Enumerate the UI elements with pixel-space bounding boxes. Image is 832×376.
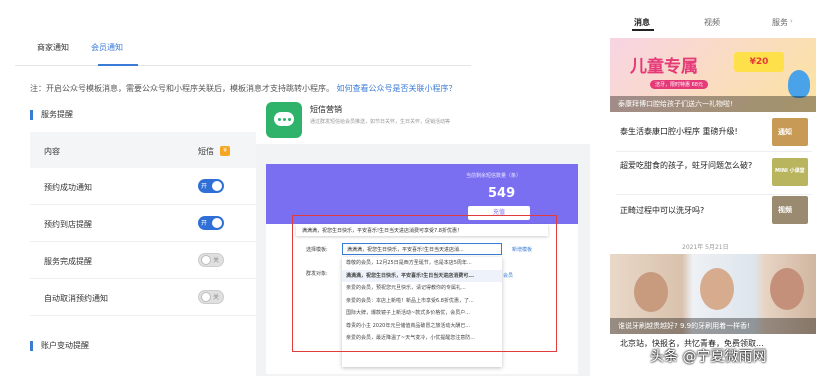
sms-chat-icon <box>266 102 302 138</box>
remain-label: 当前剩余短信数量（条） <box>466 173 522 179</box>
news-title[interactable]: 泰生活泰康口腔小程序 重磅升级! <box>620 126 766 138</box>
info-icon: ¥ <box>220 146 230 156</box>
table-row: 预约到店提醒 开 <box>30 205 258 242</box>
mobile-feed: 消息 视频 服务 › 儿童专属 ¥20 洁牙，限时特惠 68元 泰康拜博口腔给孩… <box>604 10 822 370</box>
price-coupon: ¥20 <box>734 52 784 72</box>
banner-title: 儿童专属 <box>630 57 698 77</box>
toggle-switch[interactable]: 开 <box>198 179 224 193</box>
news-thumbnail: 通知 <box>772 118 808 146</box>
section-title-service: 服务提醒 <box>30 110 73 120</box>
row-label: 自动取消预约通知 <box>44 294 108 303</box>
promo-tag: 洁牙，限时特惠 68元 <box>650 80 708 89</box>
child-photo <box>634 272 668 312</box>
notification-tabs: 商家通知 会员通知 <box>15 30 471 66</box>
toggle-switch[interactable]: 关 <box>198 253 224 267</box>
remain-value: 549 <box>488 186 516 201</box>
watermark: 头条 @宁夏微雨网 <box>650 349 767 365</box>
table-header: 内容 短信 ¥ <box>30 132 258 168</box>
man-photo <box>770 268 804 310</box>
row-label: 服务完成提醒 <box>44 257 92 266</box>
woman-photo <box>700 268 734 310</box>
row-label: 预约成功通知 <box>44 183 92 192</box>
news-thumbnail: 视频 <box>772 196 808 224</box>
tab-video[interactable]: 视频 <box>704 17 720 28</box>
col-content: 内容 <box>44 147 60 156</box>
table-row: 服务完成提醒 关 <box>30 242 258 279</box>
table-row: 预约成功通知 开 <box>30 168 258 205</box>
photo-caption: 谁说牙刷越贵越好? 9.9的牙刷用着一样香! <box>610 318 816 334</box>
chevron-right-icon: › <box>790 17 793 25</box>
row-label: 预约到店提醒 <box>44 220 92 229</box>
news-thumbnail: MINI 小课堂 <box>772 158 808 186</box>
toggle-switch[interactable]: 开 <box>198 216 224 230</box>
active-tab-indicator <box>98 64 138 66</box>
card-desc: 通过群发短信给会员推送，如节日关怀，生日关怀，促销活动等 <box>310 119 451 125</box>
promo-banner[interactable]: 儿童专属 ¥20 洁牙，限时特惠 68元 泰康拜博口腔给孩子们送六一礼物啦! <box>610 38 816 112</box>
tab-messages[interactable]: 消息 <box>634 17 650 28</box>
col-sms: 短信 <box>198 147 214 156</box>
reminder-table: 内容 短信 ¥ 预约成功通知 开 预约到店提醒 开 服务完成提醒 关 自动取消预… <box>30 132 258 316</box>
tab-service[interactable]: 服务 <box>772 17 788 28</box>
divider <box>616 151 812 152</box>
tab-member[interactable]: 会员通知 <box>91 42 123 53</box>
news-title[interactable]: 正畸过程中可以洗牙吗? <box>620 205 766 217</box>
card-title: 短信营销 <box>310 105 342 114</box>
photo-banner[interactable]: 谁说牙刷越贵越好? 9.9的牙刷用着一样香! <box>610 254 816 334</box>
news-title[interactable]: 超爱吃甜食的孩子，蛀牙问题怎么破? <box>620 160 760 172</box>
date-label: 2021年 5月21日 <box>682 244 729 251</box>
sms-card: 短信营销 通过群发短信给会员推送，如节日关怀，生日关怀，促销活动等 <box>256 92 590 144</box>
tab-indicator <box>632 29 654 31</box>
banner-caption: 泰康拜博口腔给孩子们送六一礼物啦! <box>610 96 816 112</box>
tab-merchant[interactable]: 商家通知 <box>37 42 69 53</box>
table-row: 自动取消预约通知 关 <box>30 279 258 316</box>
highlight-box <box>292 215 557 352</box>
toggle-switch[interactable]: 关 <box>198 290 224 304</box>
divider <box>616 194 812 195</box>
section-title-account: 账户变动提醒 <box>30 341 89 351</box>
mascot-icon <box>788 70 810 98</box>
